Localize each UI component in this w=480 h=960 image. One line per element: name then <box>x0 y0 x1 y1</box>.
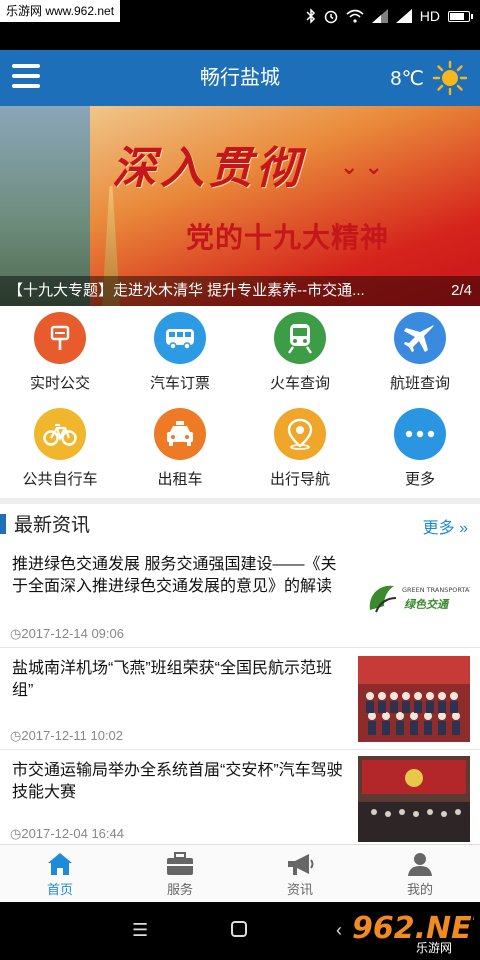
home-button-icon[interactable] <box>230 920 248 938</box>
tab-mine[interactable]: 我的 <box>360 845 480 902</box>
svg-text:962.NET: 962.NET <box>352 911 474 946</box>
service-public-bike[interactable]: 公共自行车 <box>0 402 120 498</box>
more-dots-icon <box>394 408 446 460</box>
news-thumbnail: GREEN TRANSPORTATION 绿色交通 <box>358 564 470 630</box>
service-label: 出行导航 <box>269 471 330 488</box>
tab-news[interactable]: 资讯 <box>240 845 360 902</box>
status-watermark: 乐游网 www.962.net <box>0 0 121 22</box>
service-label: 实时公交 <box>29 375 90 392</box>
banner-caption[interactable]: 【十九大专题】走进水木清华 提升专业素养--市交通... 2/4 <box>0 276 480 306</box>
news-item-title: 盐城南洋机场“飞燕”班组荣获“全国民航示范班组” <box>12 660 332 699</box>
svg-text:GREEN TRANSPORTATION: GREEN TRANSPORTATION <box>402 586 470 594</box>
news-thumbnail <box>358 656 470 742</box>
battery-icon <box>448 10 473 22</box>
service-label: 汽车订票 <box>149 375 210 392</box>
tab-home[interactable]: 首页 <box>0 845 120 902</box>
news-list-item[interactable]: 推进绿色交通发展 服务交通强国建设——《关于全面深入推进绿色交通发展的意见》的解… <box>0 544 480 648</box>
news-item-date: ◷2017-12-14 09:06 <box>10 626 124 641</box>
service-navigation[interactable]: 出行导航 <box>240 402 360 498</box>
tab-services[interactable]: 服务 <box>120 845 240 902</box>
signal-icon <box>371 9 388 23</box>
tab-label: 服务 <box>166 882 193 897</box>
plane-icon <box>394 312 446 364</box>
status-bar: 乐游网 www.962.net HD <box>0 0 480 50</box>
bottom-nav: 首页 服务 资讯 我的 <box>0 844 480 902</box>
bus-icon <box>154 312 206 364</box>
birds-graphic: ⌄ ⌄ <box>340 154 383 179</box>
app-header: 畅行盐城 8℃ <box>0 50 480 106</box>
svg-text:绿色交通: 绿色交通 <box>404 598 450 611</box>
clock-icon: ◷ <box>10 728 22 743</box>
banner-caption-text: 【十九大专题】走进水木清华 提升专业素养--市交通... <box>8 282 365 299</box>
signal2-icon <box>395 9 412 23</box>
bus-stop-icon <box>34 312 86 364</box>
news-list-item[interactable]: 市交通运输局举办全系统首届“交安杯”汽车驾驶技能大赛 ◷2017-12-04 1… <box>0 750 480 844</box>
bluetooth-icon <box>306 8 315 24</box>
megaphone-icon <box>288 854 314 875</box>
banner-headline: 深入贯彻 <box>112 143 304 194</box>
sun-icon <box>432 60 468 96</box>
news-item-title: 市交通运输局举办全系统首届“交安杯”汽车驾驶技能大赛 <box>12 762 343 801</box>
tab-label: 我的 <box>406 882 433 897</box>
back-icon[interactable]: ‹ <box>336 920 342 941</box>
news-item-date: ◷2017-12-04 16:44 <box>10 826 124 841</box>
recent-apps-icon[interactable]: ☰ <box>132 920 148 941</box>
train-icon <box>274 312 326 364</box>
navigation-pin-icon <box>274 408 326 460</box>
service-label: 更多 <box>404 471 435 488</box>
news-section-title: 最新资讯 <box>14 515 91 536</box>
service-grid: 实时公交 汽车订票 火车查询 航班查询 公共自行车 出租车 出行导航 更多 <box>0 306 480 498</box>
service-realtime-bus[interactable]: 实时公交 <box>0 306 120 402</box>
news-item-date: ◷2017-12-11 10:02 <box>10 728 124 743</box>
banner-page-indicator: 2/4 <box>451 282 472 299</box>
section-accent-bar <box>0 514 6 534</box>
status-icons: HD <box>306 6 473 26</box>
more-news-link[interactable]: 更多 » <box>423 514 468 538</box>
taxi-icon <box>154 408 206 460</box>
service-flight-query[interactable]: 航班查询 <box>360 306 480 402</box>
user-icon <box>408 853 432 876</box>
news-list-item[interactable]: 盐城南洋机场“飞燕”班组荣获“全国民航示范班组” ◷2017-12-11 10:… <box>0 648 480 750</box>
news-thumbnail <box>358 756 470 842</box>
wifi-icon <box>346 9 364 23</box>
tab-label: 首页 <box>46 882 73 897</box>
service-label: 航班查询 <box>389 375 450 392</box>
alarm-icon <box>324 10 338 24</box>
service-label: 公共自行车 <box>22 471 98 488</box>
briefcase-icon <box>167 852 193 875</box>
service-label: 出租车 <box>157 471 203 488</box>
clock-icon: ◷ <box>10 626 22 641</box>
service-more[interactable]: 更多 <box>360 402 480 498</box>
news-header: 最新资讯 更多 » <box>0 504 480 544</box>
network-type: HD <box>419 8 440 24</box>
bicycle-icon <box>34 408 86 460</box>
watermark-logo: 962.NET 乐游网 <box>352 911 474 955</box>
service-label: 火车查询 <box>269 375 330 392</box>
system-nav-bar: ☰ ‹ 962.NET 乐游网 <box>0 902 480 960</box>
service-train-query[interactable]: 火车查询 <box>240 306 360 402</box>
service-bus-ticket[interactable]: 汽车订票 <box>120 306 240 402</box>
tab-label: 资讯 <box>286 882 313 897</box>
banner-carousel[interactable]: 深入贯彻 ⌄ ⌄ 党的十九大精神 【十九大专题】走进水木清华 提升专业素养--市… <box>0 106 480 306</box>
news-item-title: 推进绿色交通发展 服务交通强国建设——《关于全面深入推进绿色交通发展的意见》的解… <box>12 556 337 595</box>
banner-subheadline: 党的十九大精神 <box>186 221 390 254</box>
clock-icon: ◷ <box>10 826 22 841</box>
service-taxi[interactable]: 出租车 <box>120 402 240 498</box>
temperature: 8℃ <box>390 67 424 90</box>
home-icon <box>48 853 72 875</box>
weather-widget[interactable]: 8℃ <box>390 60 468 96</box>
svg-text:乐游网: 乐游网 <box>416 941 452 955</box>
